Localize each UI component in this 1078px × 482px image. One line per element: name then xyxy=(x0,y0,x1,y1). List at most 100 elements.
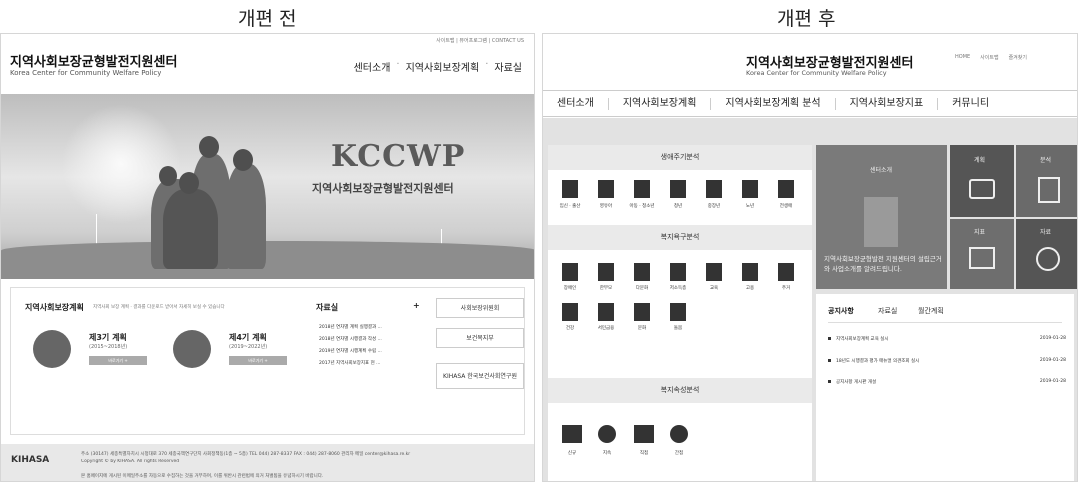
nav-item-plan[interactable]: 지역사회보장계획 xyxy=(609,97,712,110)
chart-board-icon xyxy=(969,247,995,269)
lifecycle-heading: 생애주기분석 xyxy=(548,145,812,170)
notice-date: 2019-01-28 xyxy=(1039,358,1066,363)
attributes-heading: 복지속성분석 xyxy=(548,378,812,403)
employment-icon[interactable] xyxy=(742,263,758,281)
needs-label: 문화 xyxy=(637,326,647,331)
logo-ministry[interactable]: 보건복지부 xyxy=(436,328,524,348)
middle-age-icon[interactable] xyxy=(706,180,722,198)
magnifier-document-icon xyxy=(1038,177,1060,203)
logo-kihasa[interactable]: KIHASA 한국보건사회연구원 xyxy=(436,363,524,389)
notice-title[interactable]: 18년도 시행결과 평가 매뉴얼 의견조회 실시 xyxy=(836,359,919,364)
child-icon[interactable] xyxy=(634,180,650,198)
document-icon xyxy=(173,330,211,368)
lifecycle-label: 중장년 xyxy=(707,204,721,209)
main-nav: 센터소개 지역사회보장계획 지역사회보장계획 분석 지역사회보장지표 커뮤니티 xyxy=(543,90,1077,117)
util-sitemap[interactable]: 사이트맵 xyxy=(980,54,998,61)
site-subtitle: Korea Center for Community Welfare Polic… xyxy=(10,69,162,77)
disabled-icon[interactable] xyxy=(562,263,578,281)
notice-row[interactable]: 지역사회보장계획 교육 실시 2019-01-28 xyxy=(828,336,1066,342)
footer: KIHASA 주소 (30147) 세종특별자치시 시청대로 370 세종국책연… xyxy=(1,444,534,481)
tab-notice[interactable]: 공지사항 xyxy=(828,306,854,316)
tile-analysis[interactable]: 분석 xyxy=(1016,145,1077,217)
util-bookmark[interactable]: 즐겨찾기 xyxy=(1009,54,1027,61)
main-nav: 센터소개 · 지역사회보장계획 · 자료실 xyxy=(353,59,522,74)
plan3-button[interactable]: 바로가기 + xyxy=(89,356,147,365)
youth-icon[interactable] xyxy=(670,180,686,198)
direct-icon[interactable] xyxy=(634,425,654,443)
lifecycle-label: 노년 xyxy=(745,204,755,209)
lifetime-icon[interactable] xyxy=(778,180,794,198)
lifecycle-label: 아동 · 청소년 xyxy=(629,204,655,209)
plan-heading: 지역사회보장계획 xyxy=(25,303,84,312)
multicultural-icon[interactable] xyxy=(634,263,650,281)
notice-row[interactable]: 18년도 시행결과 평가 매뉴얼 의견조회 실시 2019-01-28 xyxy=(828,358,1066,364)
education-icon[interactable] xyxy=(706,263,722,281)
content-box: 지역사회보장계획 지역사회 보장 계획 · 결과를 다운로드 받아서 자세히 보… xyxy=(10,287,525,435)
util-home[interactable]: HOME xyxy=(955,54,970,61)
attribute-label: 간접 xyxy=(674,451,684,456)
notice-title[interactable]: 지역사회보장계획 교육 실시 xyxy=(836,337,889,342)
archive-item[interactable]: 2018년 연차별 계획 실행결과 ... xyxy=(319,324,382,330)
tile-index-label: 지표 xyxy=(974,229,986,236)
notice-title[interactable]: 공지사항 게시판 개설 xyxy=(836,380,876,385)
tile-analysis-label: 분석 xyxy=(1040,157,1052,164)
caption-before: 개편 전 xyxy=(238,8,297,30)
hero-subtitle: 지역사회보장균형발전지원센터 xyxy=(312,182,454,195)
site-title[interactable]: 지역사회보장균형발전지원센터 xyxy=(10,51,177,70)
archive-item[interactable]: 2017년 지역사회보장지표 현 ... xyxy=(319,360,380,366)
senior-icon[interactable] xyxy=(742,180,758,198)
indirect-icon[interactable] xyxy=(670,425,688,443)
plan4-name[interactable]: 제4기 계획 xyxy=(229,332,267,343)
health-icon[interactable] xyxy=(562,303,578,321)
needs-label: 장애인 xyxy=(563,286,577,291)
tab-monthly[interactable]: 월간계획 xyxy=(918,306,944,316)
nav-item-index[interactable]: 지역사회보장지표 xyxy=(836,97,939,110)
plan-desc: 지역사회 보장 계획 · 결과를 다운로드 받아서 자세히 보실 수 있습니다 xyxy=(93,305,225,310)
needs-label: 교육 xyxy=(709,286,719,291)
tile-archive-label: 자료 xyxy=(1040,229,1052,236)
infant-icon[interactable] xyxy=(598,180,614,198)
tab-archive[interactable]: 자료실 xyxy=(878,306,897,316)
after-screenshot: 지역사회보장균형발전지원센터 Korea Center for Communit… xyxy=(542,33,1078,482)
needs-label: 저소득층 xyxy=(669,286,687,291)
hero-title: KCCWP xyxy=(331,139,466,174)
archive-item[interactable]: 2018년 연차별 시행결과 작성 ... xyxy=(319,336,382,342)
nav-item-center[interactable]: 센터소개 xyxy=(543,97,609,110)
continuing-icon[interactable] xyxy=(598,425,616,443)
archive-item[interactable]: 2019년 연차별 시행계획 수립 ... xyxy=(319,348,382,354)
notice-date: 2019-01-28 xyxy=(1039,336,1066,341)
pregnancy-icon[interactable] xyxy=(562,180,578,198)
analysis-panel: 생애주기분석 임신 · 출산 영유아 아동 · 청소년 청년 중장년 노년 전생… xyxy=(548,145,812,481)
center-label: 센터소개 xyxy=(870,167,893,174)
nav-item-analysis[interactable]: 지역사회보장계획 분석 xyxy=(711,97,836,110)
nav-item-center[interactable]: 센터소개 xyxy=(354,59,391,74)
footer-notice: 본 홈페이지에 게시된 이메일주소를 자동으로 수집하는 것을 거부하며, 이를… xyxy=(81,474,324,479)
culture-icon[interactable] xyxy=(634,303,650,321)
low-income-icon[interactable] xyxy=(670,263,686,281)
nav-item-plan[interactable]: 지역사회보장계획 xyxy=(406,59,480,74)
tile-archive[interactable]: 자료 xyxy=(1016,219,1077,289)
util-links[interactable]: 사이트맵 | 뷰어프로그램 | CONTACT US xyxy=(436,37,524,44)
new-icon[interactable] xyxy=(562,425,582,443)
plan3-name[interactable]: 제3기 계획 xyxy=(89,332,127,343)
archive-more-button[interactable]: + xyxy=(413,301,420,310)
housing-icon[interactable] xyxy=(778,263,794,281)
hero-banner: KCCWP 지역사회보장균형발전지원센터 xyxy=(1,94,534,279)
tile-index[interactable]: 지표 xyxy=(950,219,1014,289)
finance-icon[interactable] xyxy=(598,303,614,321)
center-intro-card[interactable]: 센터소개 지역사회보장균형발전 지원센터의 설립근거와 사업소개를 알려드립니다… xyxy=(816,145,947,289)
single-parent-icon[interactable] xyxy=(598,263,614,281)
tile-plan[interactable]: 계획 xyxy=(950,145,1014,217)
plan4-button[interactable]: 바로가기 + xyxy=(229,356,287,365)
briefcase-icon xyxy=(969,179,995,199)
needs-heading: 복지욕구분석 xyxy=(548,225,812,250)
logo-committee[interactable]: 사회보장위원회 xyxy=(436,298,524,318)
gear-icon xyxy=(1036,247,1060,271)
archive-heading: 자료실 xyxy=(316,303,339,312)
lifecycle-label: 임신 · 출산 xyxy=(559,204,581,209)
nav-item-community[interactable]: 커뮤니티 xyxy=(938,98,1003,110)
nav-item-archive[interactable]: 자료실 xyxy=(494,59,522,74)
needs-label: 주거 xyxy=(781,286,791,291)
care-icon[interactable] xyxy=(670,303,686,321)
notice-row[interactable]: 공지사항 게시판 개설 2019-01-28 xyxy=(828,379,1066,385)
